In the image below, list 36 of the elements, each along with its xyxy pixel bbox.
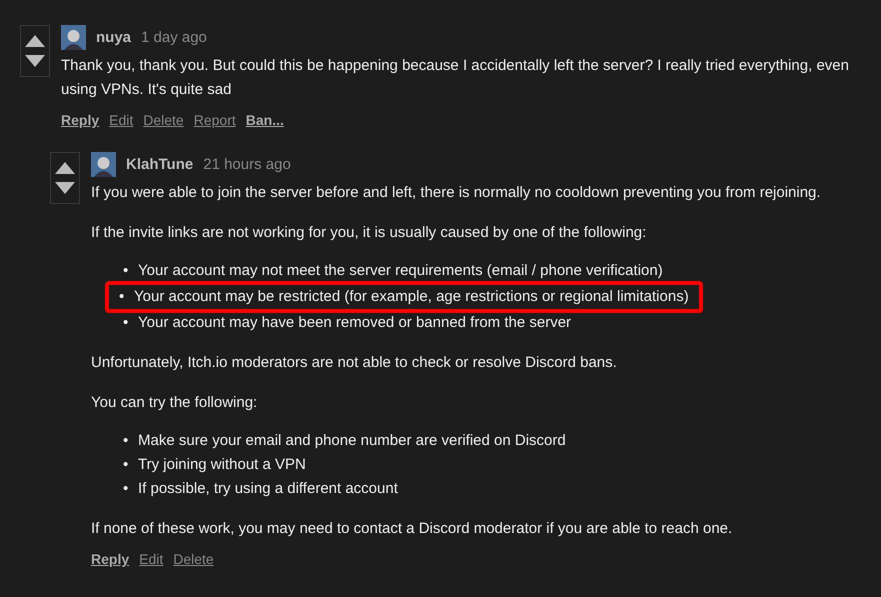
downvote-icon[interactable] bbox=[55, 182, 75, 194]
upvote-icon[interactable] bbox=[55, 162, 75, 174]
comment-text: If the invite links are not working for you, it is usually caused by one of the following: bbox=[91, 223, 648, 243]
list-item: Your account may not meet the server requirements (email / phone verification) bbox=[138, 261, 663, 281]
list-item: Make sure your email and phone number are verified on Discord bbox=[138, 431, 566, 451]
action-link[interactable]: Edit bbox=[139, 551, 164, 567]
downvote-icon[interactable] bbox=[25, 55, 45, 67]
list-item: If possible, try using a different account bbox=[138, 479, 398, 499]
bullet: • bbox=[123, 313, 130, 333]
bullet: • bbox=[123, 479, 130, 499]
comment-text: If none of these work, you may need to contact a Discord moderator if you are able to reach one. bbox=[91, 519, 734, 539]
bullet: • bbox=[123, 261, 130, 281]
timestamp: 21 hours ago bbox=[203, 156, 291, 173]
bullet: • bbox=[123, 431, 130, 451]
author-name[interactable]: nuya bbox=[96, 29, 132, 46]
action-link[interactable]: Edit bbox=[109, 112, 134, 128]
list-item: Your account may have been removed or banned from the server bbox=[138, 313, 572, 333]
comment-text: Unfortunately, Itch.io moderators are not able to check or resolve Discord bans. bbox=[91, 353, 618, 373]
upvote-icon[interactable] bbox=[25, 35, 45, 47]
action-link[interactable]: Delete bbox=[143, 112, 184, 128]
list-item: Try joining without a VPN bbox=[138, 455, 306, 475]
comment-text: If you were able to join the server before and left, there is normally no cooldown preventing you from rejoining. bbox=[91, 183, 822, 203]
bullet: • bbox=[119, 287, 126, 307]
bullet: • bbox=[123, 455, 130, 475]
comment-text: Thank you, thank you. But could this be happening because I accidentally left the server? I really tried everything, even using VPNs. It's quite sad bbox=[61, 56, 850, 100]
action-link[interactable]: Delete bbox=[173, 551, 214, 567]
action-link[interactable]: Reply bbox=[91, 551, 130, 567]
action-link[interactable]: Reply bbox=[61, 112, 100, 128]
timestamp: 1 day ago bbox=[141, 29, 207, 46]
comment-text: You can try the following: bbox=[91, 393, 258, 413]
action-link[interactable]: Report bbox=[194, 112, 236, 128]
action-link[interactable]: Ban... bbox=[246, 112, 284, 128]
author-name[interactable]: KlahTune bbox=[126, 156, 194, 173]
list-item: Your account may be restricted (for example, age restrictions or regional limitations) bbox=[134, 287, 689, 307]
avatar[interactable] bbox=[91, 152, 116, 177]
avatar[interactable] bbox=[61, 25, 86, 50]
